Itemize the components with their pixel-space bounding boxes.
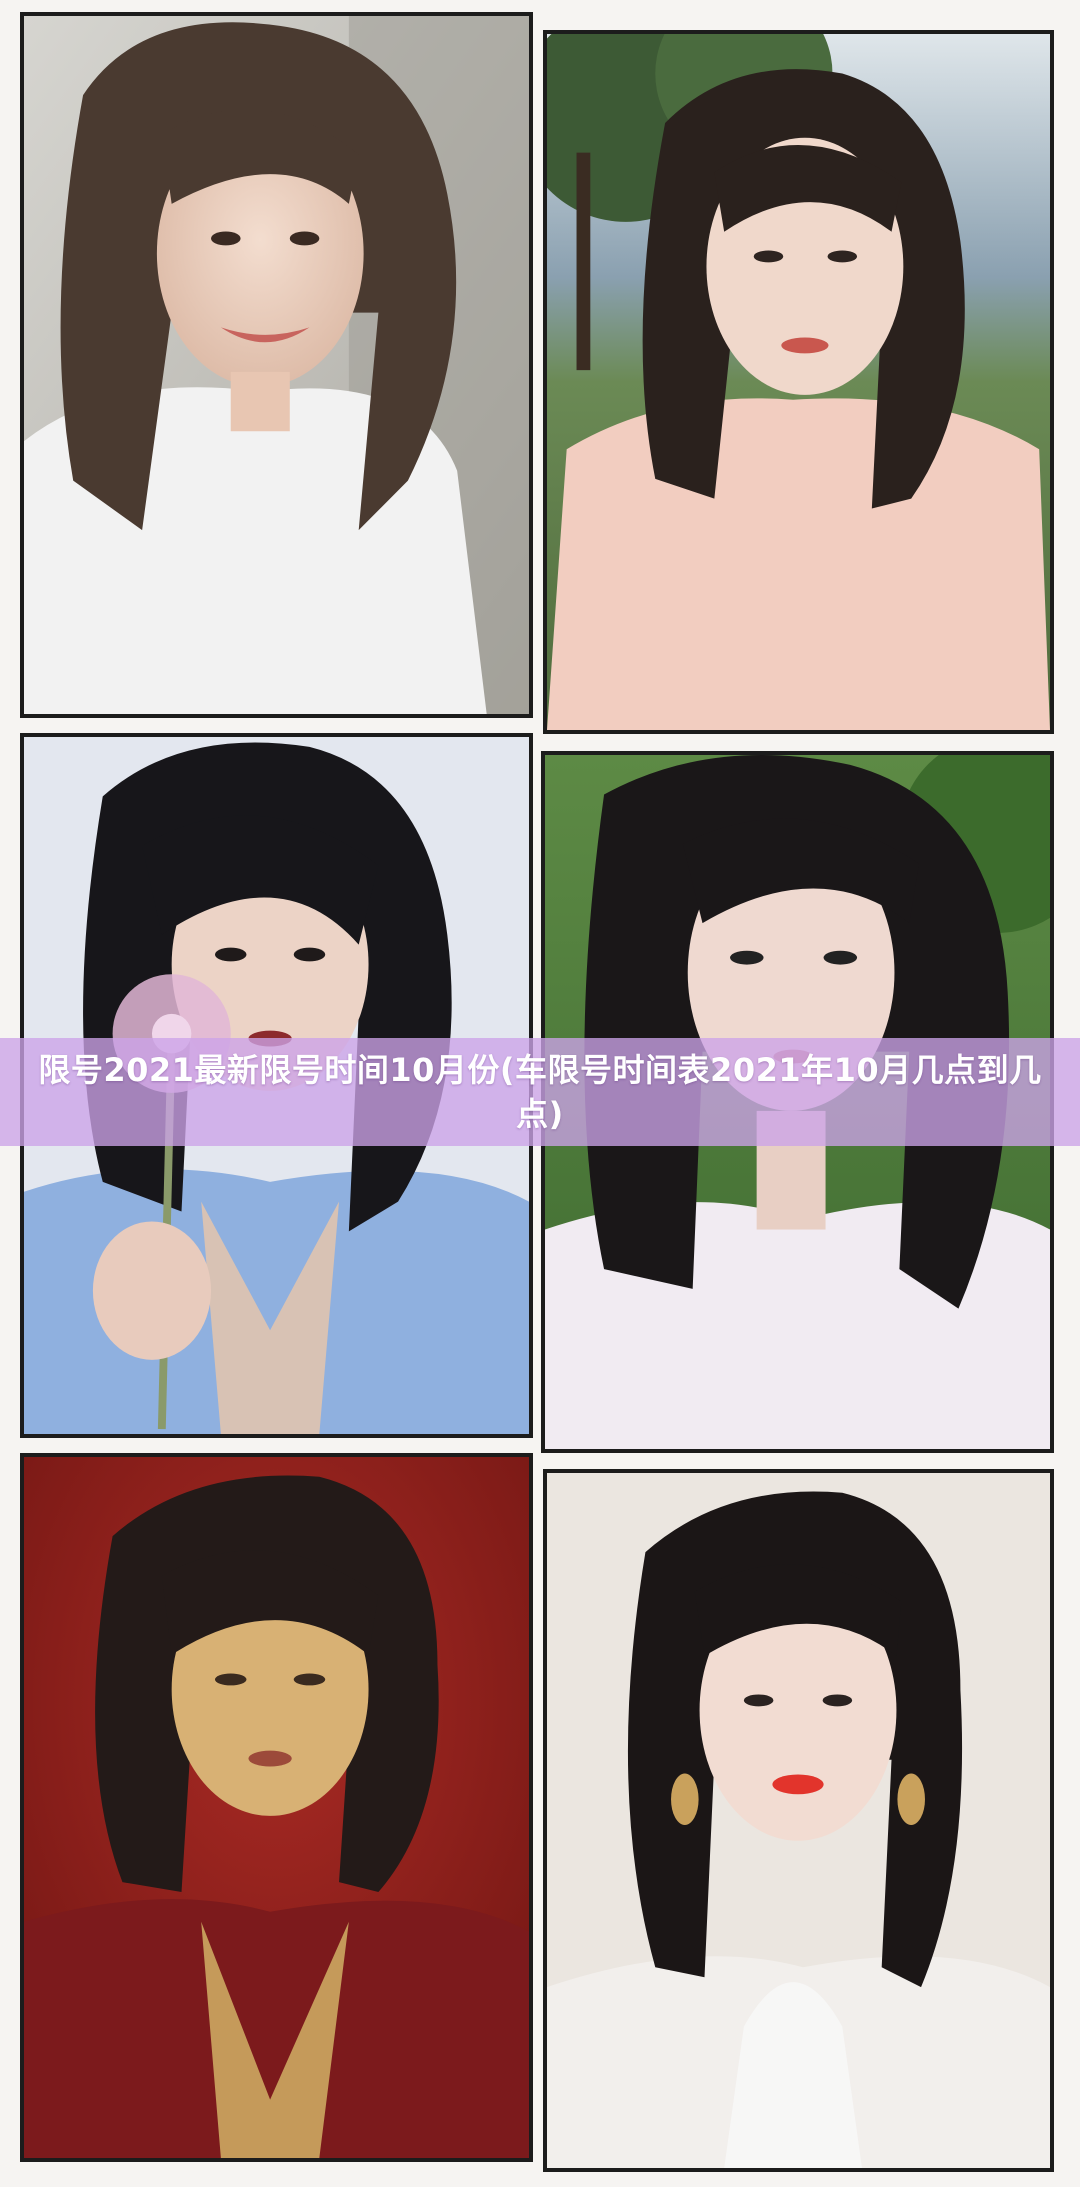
photo-portrait-6[interactable] bbox=[543, 1469, 1054, 2172]
title-banner: 限号2021最新限号时间10月份(车限号时间表2021年10月几点到几点) bbox=[0, 1038, 1080, 1146]
portrait-image-6 bbox=[547, 1473, 1050, 2168]
portrait-image-2 bbox=[547, 34, 1050, 730]
photo-portrait-1[interactable] bbox=[20, 12, 533, 718]
portrait-image-1 bbox=[24, 16, 529, 714]
portrait-image-5 bbox=[24, 1457, 529, 2158]
article-title: 限号2021最新限号时间10月份(车限号时间表2021年10月几点到几点) bbox=[38, 1051, 1042, 1133]
photo-portrait-2[interactable] bbox=[543, 30, 1054, 734]
photo-portrait-5[interactable] bbox=[20, 1453, 533, 2162]
